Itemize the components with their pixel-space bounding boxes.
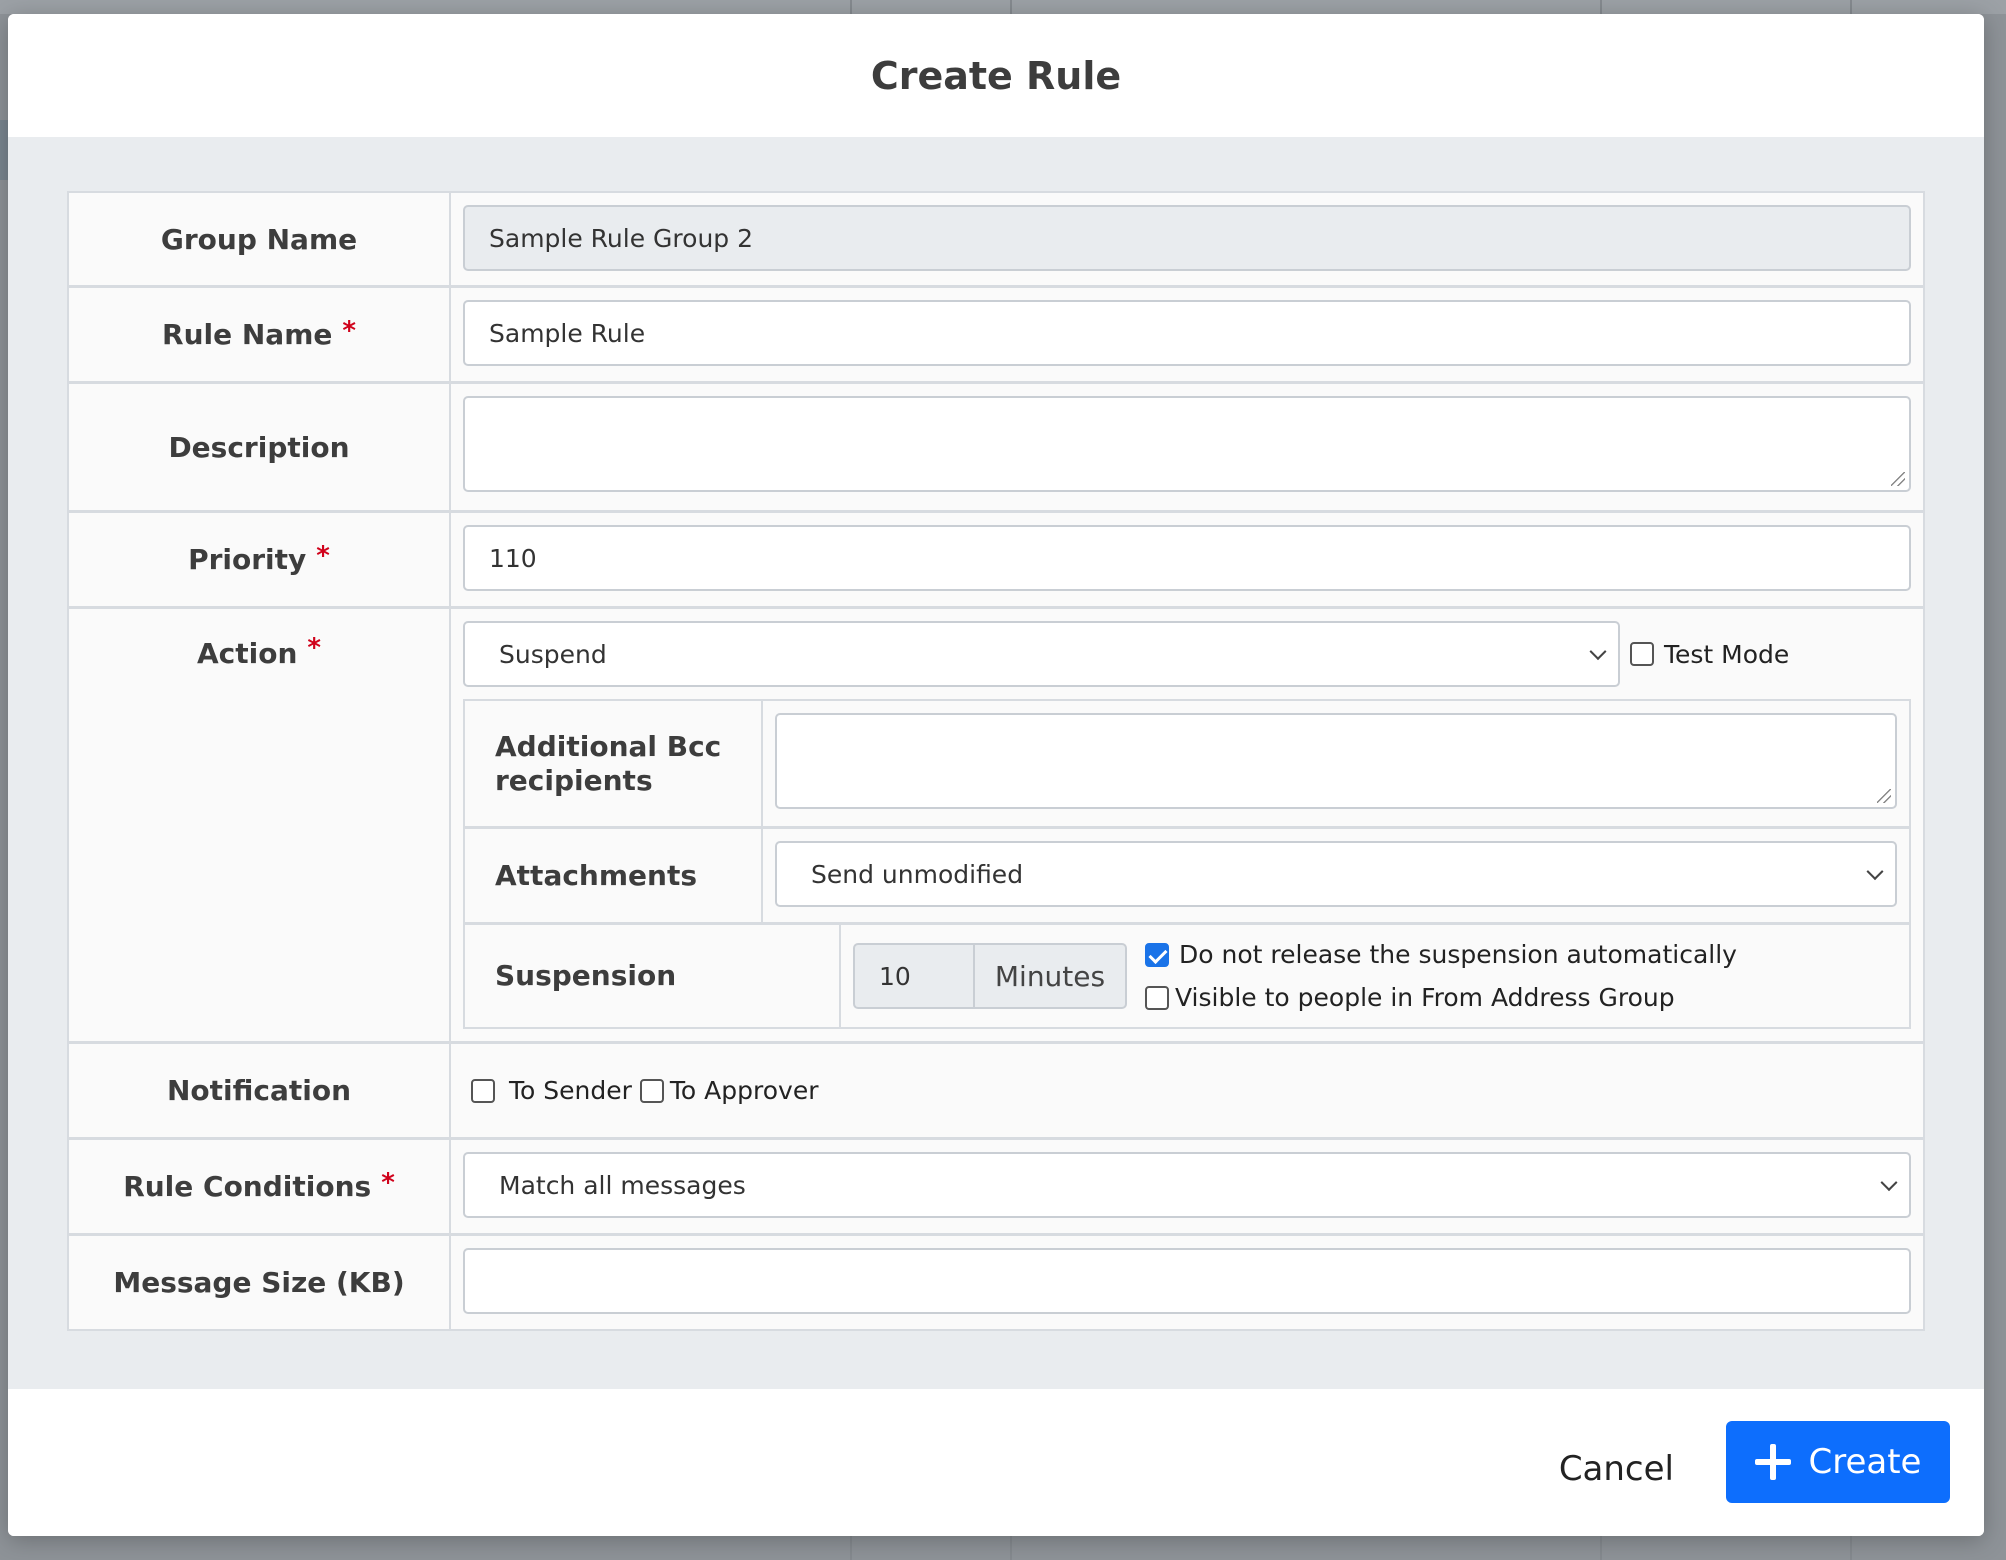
message-size-input[interactable] [463, 1248, 1911, 1314]
attachments-label-text: Attachments [495, 858, 698, 892]
rule-conditions-select-value: Match all messages [499, 1170, 746, 1200]
suspension-options: Do not release the suspension automatica… [1145, 940, 1737, 1012]
modal-title: Create Rule [870, 53, 1122, 98]
rule-conditions-label-text: Rule Conditions [123, 1170, 372, 1203]
action-top-row: Suspend Test Mode [463, 621, 1911, 687]
checkbox-checked-icon[interactable] [1145, 942, 1169, 967]
test-mode-label: Test Mode [1664, 639, 1790, 669]
rule-name-label-text: Rule Name [162, 318, 333, 351]
notification-label: Notification [69, 1044, 451, 1137]
test-mode-checkbox[interactable]: Test Mode [1630, 640, 1789, 669]
description-label: Description [69, 384, 451, 510]
row-rule-conditions: Rule Conditions * Match all messages [69, 1140, 1923, 1236]
visible-from-group-label: Visible to people in From Address Group [1175, 983, 1675, 1012]
action-label-text: Action [196, 637, 298, 670]
rule-conditions-select[interactable]: Match all messages [463, 1152, 1911, 1218]
rule-name-cell: Sample Rule [451, 288, 1923, 381]
required-marker: * [342, 315, 356, 346]
chevron-down-icon [1589, 643, 1607, 661]
row-action: Action * Suspend Test Mode Additional Bc… [69, 609, 1923, 1044]
message-size-label: Message Size (KB) [69, 1236, 451, 1329]
checkbox-icon[interactable] [1145, 985, 1169, 1010]
checkbox-icon[interactable] [471, 1078, 495, 1103]
resize-grip-icon[interactable] [1891, 472, 1905, 486]
group-name-label-text: Group Name [160, 222, 358, 256]
rule-conditions-label: Rule Conditions * [69, 1140, 451, 1233]
to-approver-label: To Approver [669, 1076, 819, 1105]
create-button[interactable]: Create [1726, 1421, 1950, 1503]
required-marker: * [307, 633, 322, 663]
plus-icon [1754, 1444, 1791, 1480]
attachments-select[interactable]: Send unmodified [775, 841, 1897, 907]
suspension-label: Suspension [465, 925, 841, 1027]
modal-header: Create Rule [8, 14, 1984, 137]
row-message-size: Message Size (KB) [69, 1236, 1923, 1329]
row-bcc: Additional Bcc recipients [465, 701, 1909, 829]
priority-cell: 110 [451, 513, 1923, 606]
to-sender-label: To Sender [509, 1076, 632, 1105]
background-sidebar-marker [0, 120, 8, 180]
priority-label-text: Priority [188, 543, 307, 576]
row-description: Description [69, 384, 1923, 513]
row-attachments: Attachments Send unmodified [465, 829, 1909, 925]
attachments-select-value: Send unmodified [811, 859, 1024, 889]
resize-grip-icon[interactable] [1877, 789, 1891, 803]
description-label-text: Description [168, 430, 350, 464]
rule-name-input[interactable]: Sample Rule [463, 300, 1911, 366]
row-suspension: Suspension 10 Minutes Do not release the… [465, 925, 1909, 1027]
priority-label: Priority * [69, 513, 451, 606]
description-cell [451, 384, 1923, 510]
chevron-down-icon [1880, 1174, 1898, 1192]
row-rule-name: Rule Name * Sample Rule [69, 288, 1923, 384]
suspension-cell: 10 Minutes Do not release the suspension… [841, 925, 1909, 1027]
bcc-label-text: Additional Bcc recipients [495, 729, 722, 797]
action-cell: Suspend Test Mode Additional Bcc recipie… [451, 609, 1923, 1041]
message-size-label-text: Message Size (KB) [113, 1266, 405, 1299]
required-marker: * [381, 1167, 395, 1198]
attachments-cell: Send unmodified [763, 829, 1909, 922]
group-name-label: Group Name [69, 193, 451, 285]
no-auto-release-label: Do not release the suspension automatica… [1179, 940, 1737, 969]
modal-body: Group Name Sample Rule Group 2 Rule Name… [8, 137, 1984, 1389]
bcc-label: Additional Bcc recipients [465, 701, 763, 826]
to-sender-checkbox[interactable]: To Sender [471, 1076, 632, 1105]
suspension-input-group: 10 Minutes [853, 943, 1127, 1009]
checkbox-icon[interactable] [639, 1078, 664, 1103]
row-notification: Notification To Sender To Approver [69, 1044, 1923, 1140]
action-select[interactable]: Suspend [463, 621, 1620, 687]
notification-cell: To Sender To Approver [451, 1044, 1923, 1137]
rule-conditions-cell: Match all messages [451, 1140, 1923, 1233]
rule-name-label: Rule Name * [69, 288, 451, 381]
to-approver-checkbox[interactable]: To Approver [639, 1076, 819, 1105]
bcc-textarea[interactable] [775, 713, 1897, 809]
modal-footer: Cancel Create [8, 1389, 1984, 1536]
row-priority: Priority * 110 [69, 513, 1923, 609]
row-group-name: Group Name Sample Rule Group 2 [69, 193, 1923, 288]
checkbox-icon[interactable] [1630, 642, 1654, 666]
attachments-label: Attachments [465, 829, 763, 922]
no-auto-release-checkbox[interactable]: Do not release the suspension automatica… [1145, 940, 1737, 969]
required-marker: * [316, 540, 330, 571]
bcc-cell [763, 701, 1909, 826]
visible-from-group-checkbox[interactable]: Visible to people in From Address Group [1145, 983, 1737, 1012]
group-name-cell: Sample Rule Group 2 [451, 193, 1923, 285]
create-button-label: Create [1808, 1442, 1922, 1482]
action-select-value: Suspend [499, 639, 607, 669]
suspension-unit-addon: Minutes [973, 943, 1127, 1009]
group-name-field: Sample Rule Group 2 [463, 205, 1911, 271]
create-rule-modal: Create Rule Group Name Sample Rule Group… [8, 14, 1984, 1536]
cancel-button[interactable]: Cancel [1559, 1449, 1674, 1489]
notification-label-text: Notification [166, 1074, 352, 1107]
chevron-down-icon [1866, 863, 1884, 881]
rule-form: Group Name Sample Rule Group 2 Rule Name… [67, 191, 1925, 1331]
message-size-cell [451, 1236, 1923, 1329]
action-options-table: Additional Bcc recipients Attachments Se… [463, 699, 1911, 1029]
priority-input[interactable]: 110 [463, 525, 1911, 591]
description-textarea[interactable] [463, 396, 1911, 492]
background-header [0, 0, 2006, 14]
suspension-minutes-input[interactable]: 10 [853, 943, 973, 1009]
suspension-label-text: Suspension [495, 959, 677, 992]
action-label: Action * [69, 609, 451, 1041]
